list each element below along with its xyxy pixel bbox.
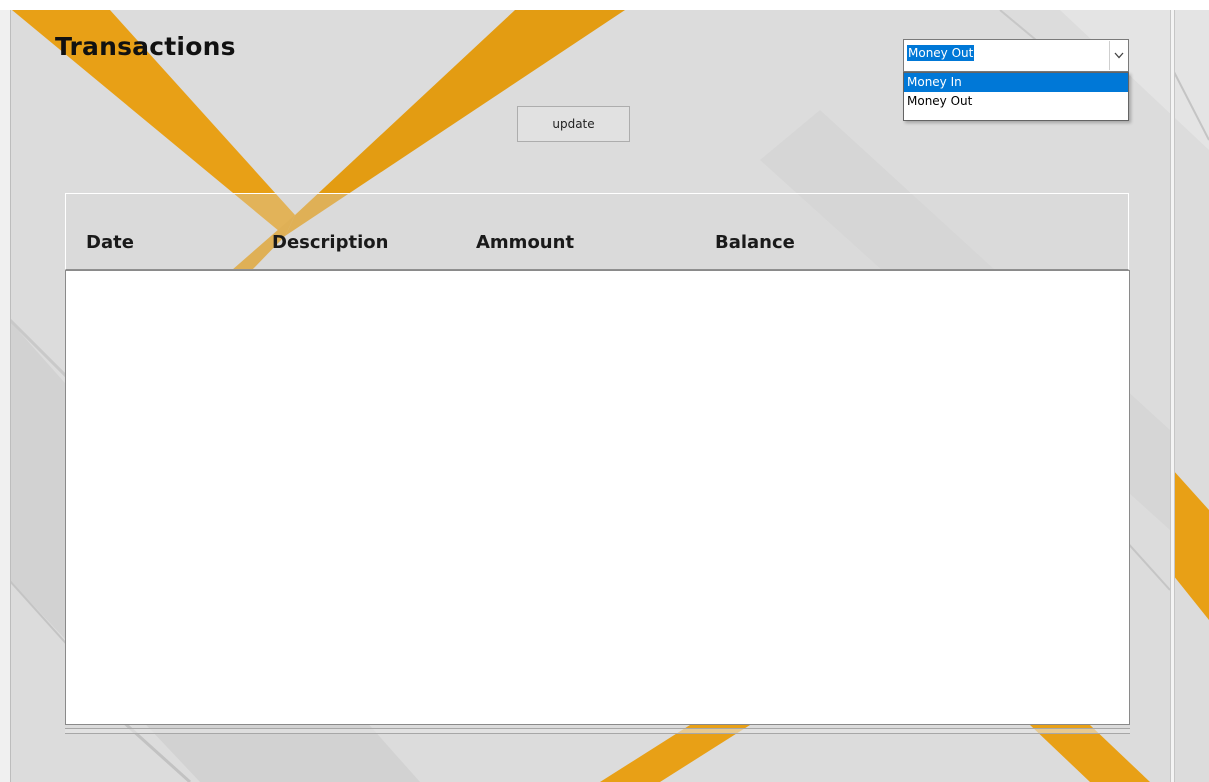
option-money-in[interactable]: Money In [904, 73, 1128, 92]
update-button[interactable]: update [517, 106, 630, 142]
select-value: Money Out [907, 45, 975, 61]
transactions-table-body[interactable] [65, 270, 1130, 725]
option-money-out[interactable]: Money Out [904, 92, 1128, 111]
column-header-date[interactable]: Date [86, 232, 134, 253]
transaction-type-select[interactable]: Money Out [903, 39, 1129, 72]
column-header-amount[interactable]: Ammount [476, 232, 574, 253]
window: Transactions update Date Description Amm… [0, 10, 1209, 782]
chevron-down-icon[interactable] [1109, 41, 1127, 70]
table-footer [65, 728, 1130, 734]
window-left-edge [0, 10, 11, 782]
page-title: Transactions [55, 32, 236, 61]
column-header-balance[interactable]: Balance [715, 232, 795, 253]
column-header-description[interactable]: Description [272, 232, 388, 253]
panel-splitter[interactable] [1170, 10, 1175, 782]
transaction-type-dropdown: Money In Money Out [903, 72, 1129, 121]
table-header: Date Description Ammount Balance [65, 193, 1129, 270]
